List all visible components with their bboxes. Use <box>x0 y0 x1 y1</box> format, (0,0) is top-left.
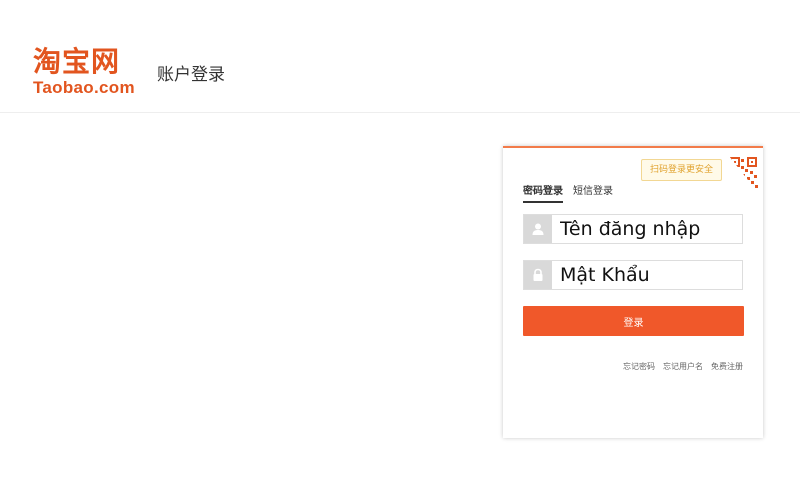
login-button[interactable]: 登录 <box>523 306 744 336</box>
page-header: 淘宝网 Taobao.com 账户登录 <box>0 0 800 113</box>
login-tabs: 密码登录 短信登录 <box>523 182 613 203</box>
forgot-username-link[interactable]: 忘记用户名 <box>663 361 703 372</box>
help-links: 忘记密码 忘记用户名 免费注册 <box>623 361 743 372</box>
logo-chinese-text: 淘宝网 <box>33 45 121 78</box>
login-panel: 扫码登录更安全 密码登录 短信登录 Tên đăng nhập 登录 忘记密码 … <box>503 146 763 438</box>
password-field <box>523 260 743 290</box>
user-icon <box>524 215 552 243</box>
tab-sms-login[interactable]: 短信登录 <box>573 182 613 203</box>
lock-icon <box>524 261 552 289</box>
register-link[interactable]: 免费注册 <box>711 361 743 372</box>
page-title: 账户登录 <box>157 65 225 85</box>
tab-password-login[interactable]: 密码登录 <box>523 182 563 203</box>
logo-domain-text: Taobao.com <box>33 78 135 97</box>
taobao-logo[interactable]: 淘宝网 Taobao.com <box>33 46 135 97</box>
password-input[interactable] <box>560 261 740 289</box>
forgot-password-link[interactable]: 忘记密码 <box>623 361 655 372</box>
username-field <box>523 214 743 244</box>
username-input[interactable] <box>560 215 740 243</box>
qr-login-tip: 扫码登录更安全 <box>641 159 723 181</box>
qr-code-icon[interactable] <box>729 156 759 194</box>
